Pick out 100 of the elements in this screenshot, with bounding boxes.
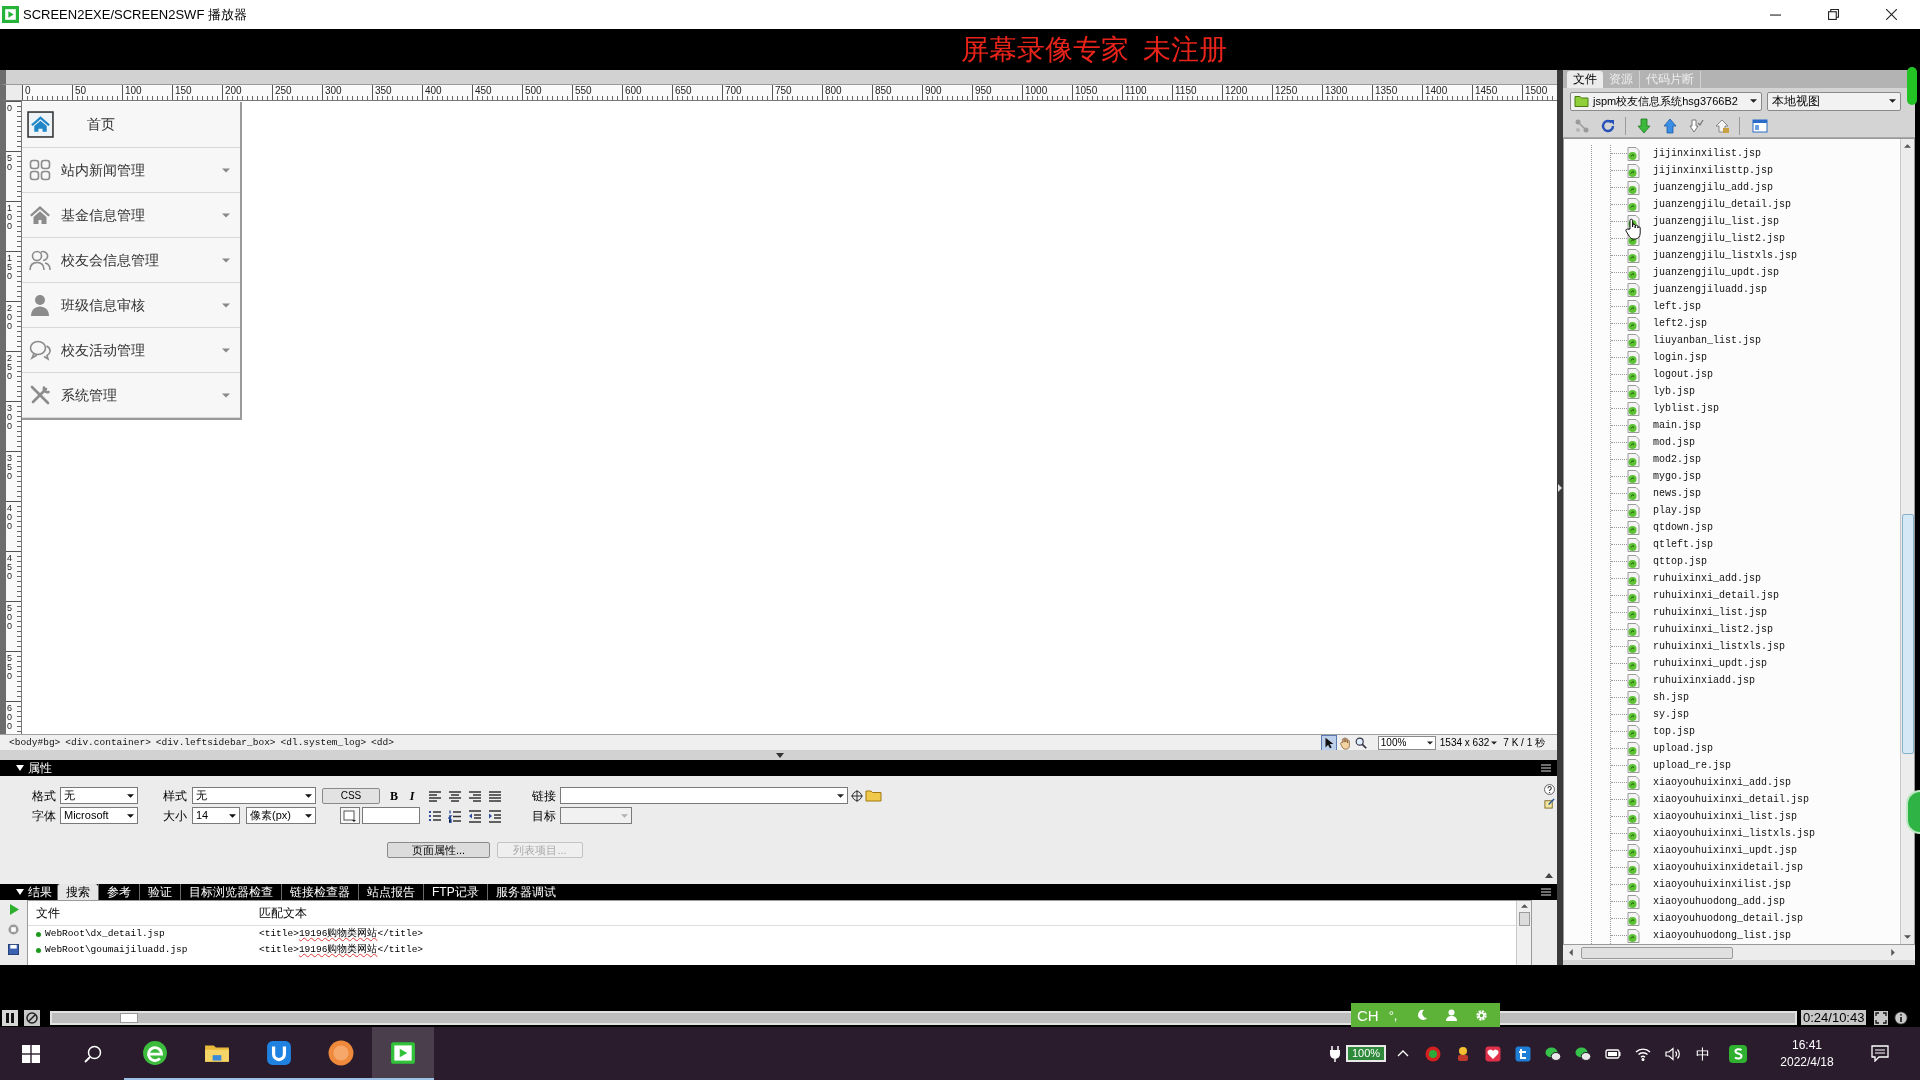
pointer-icon[interactable] — [1321, 735, 1336, 750]
file-name[interactable]: xiaoyouhuixinxi_listxls.jsp — [1653, 828, 1816, 839]
file-name[interactable]: xiaoyouhuixinxi_updt.jsp — [1653, 845, 1798, 856]
collapse-caret-icon[interactable] — [16, 765, 24, 771]
zoom-icon[interactable] — [1353, 735, 1368, 750]
site-dropdown[interactable]: jspm校友信息系统hsg3766B2 — [1570, 91, 1762, 111]
bold-button[interactable]: B — [388, 789, 400, 802]
expand-panel-icon[interactable] — [1752, 117, 1768, 134]
numbered-list-icon[interactable] — [448, 808, 462, 823]
heart-app-icon[interactable] — [1485, 1045, 1501, 1062]
menu-item[interactable]: 校友会信息管理 — [22, 238, 240, 283]
panel-tab[interactable]: 文件 — [1567, 71, 1603, 88]
file-name[interactable]: mygo.jsp — [1653, 471, 1701, 482]
file-name[interactable]: mod.jsp — [1653, 437, 1695, 448]
splitter-arrow-icon[interactable] — [776, 752, 784, 758]
expand-arrow-icon[interactable] — [1545, 873, 1553, 878]
settings-icon[interactable] — [1475, 1008, 1489, 1022]
file-name[interactable]: xiaoyouhuodong_add.jsp — [1653, 896, 1786, 907]
file-name[interactable]: xiaoyouhuixinxilist.jsp — [1653, 879, 1792, 890]
crosshair-icon[interactable] — [851, 789, 863, 802]
file-name[interactable]: news.jsp — [1653, 488, 1701, 499]
file-name[interactable]: xiaoyouhuodong_detail.jsp — [1653, 913, 1804, 924]
file-name[interactable]: juanzengjilu_listxls.jsp — [1653, 250, 1798, 261]
file-name[interactable]: ruhuixinxi_updt.jsp — [1653, 658, 1768, 669]
tag-link[interactable]: <dl.system_log> — [280, 737, 367, 748]
file-name[interactable]: jijinxinxilisttp.jsp — [1653, 165, 1774, 176]
menu-item[interactable]: 基金信息管理 — [22, 193, 240, 238]
scroll-left-icon[interactable] — [1569, 949, 1573, 956]
person-icon[interactable] — [1446, 1009, 1458, 1021]
menu-item[interactable]: 校友活动管理 — [22, 328, 240, 373]
file-name[interactable]: login.jsp — [1653, 352, 1707, 363]
color-picker-icon[interactable] — [340, 807, 360, 824]
square-app-icon[interactable] — [1515, 1045, 1531, 1062]
tag-link[interactable]: <body#bg> — [9, 737, 61, 748]
scroll-thumb[interactable] — [1901, 514, 1914, 754]
indent-icon[interactable] — [488, 808, 502, 823]
info-icon[interactable] — [1894, 1010, 1909, 1025]
file-name[interactable]: left.jsp — [1653, 301, 1701, 312]
scroll-thumb[interactable] — [1518, 912, 1530, 926]
app-tray-icon[interactable] — [1729, 1044, 1747, 1063]
file-name[interactable]: logout.jsp — [1653, 369, 1713, 380]
refresh-icon[interactable] — [1600, 117, 1616, 134]
file-name[interactable]: play.jsp — [1653, 505, 1701, 516]
tag-link[interactable]: <div.leftsidebar_box> — [155, 737, 276, 748]
stop-icon[interactable] — [8, 924, 19, 935]
align-center-icon[interactable] — [448, 788, 462, 803]
file-name[interactable]: left2.jsp — [1653, 318, 1707, 329]
scroll-right-icon[interactable] — [1891, 949, 1895, 956]
file-name[interactable]: sh.jsp — [1653, 692, 1689, 703]
file-name[interactable]: upload.jsp — [1653, 743, 1713, 754]
up-arrow-icon[interactable] — [1662, 117, 1678, 134]
panel-button[interactable]: 页面属性... — [387, 842, 490, 858]
fullscreen-icon[interactable] — [1874, 1010, 1889, 1025]
file-name[interactable]: upload_re.jsp — [1653, 760, 1731, 771]
file-name[interactable]: juanzengjilu_updt.jsp — [1653, 267, 1780, 278]
chat-app-icon[interactable] — [1545, 1045, 1561, 1062]
round-app-icon[interactable] — [1425, 1045, 1441, 1062]
file-name[interactable]: ruhuixinxi_detail.jsp — [1653, 590, 1780, 601]
file-name[interactable]: lyb.jsp — [1653, 386, 1695, 397]
menu-item[interactable]: 系统管理 — [22, 373, 240, 418]
file-name[interactable]: sy.jsp — [1653, 709, 1689, 720]
down-arrow-icon[interactable] — [1636, 117, 1652, 134]
file-name[interactable]: qttop.jsp — [1653, 556, 1707, 567]
browser-icon[interactable] — [142, 1039, 168, 1066]
menu-item[interactable]: 班级信息审核 — [22, 283, 240, 328]
align-left-icon[interactable] — [428, 788, 442, 803]
file-name[interactable]: main.jsp — [1653, 420, 1701, 431]
seek-thumb[interactable] — [119, 1012, 138, 1023]
file-name[interactable]: xiaoyouhuixinxi_add.jsp — [1653, 777, 1792, 788]
outdent-icon[interactable] — [468, 808, 482, 823]
chat-app-icon[interactable] — [1575, 1045, 1591, 1062]
color-field[interactable] — [362, 807, 420, 824]
notification-icon[interactable] — [1871, 1045, 1889, 1062]
volume-icon[interactable] — [1665, 1045, 1681, 1062]
tag-link[interactable]: <dd> — [371, 737, 394, 748]
player-app-icon[interactable] — [390, 1039, 416, 1066]
side-tab-icon[interactable] — [1907, 67, 1917, 105]
file-name[interactable]: xiaoyouhuixinxi_detail.jsp — [1653, 794, 1810, 805]
search-icon[interactable] — [84, 1044, 102, 1063]
restore-icon[interactable] — [1827, 9, 1839, 20]
file-name[interactable]: juanzengjilu_list2.jsp — [1653, 233, 1786, 244]
scrollbar[interactable] — [1563, 945, 1915, 960]
file-name[interactable]: juanzengjiluadd.jsp — [1653, 284, 1768, 295]
align-right-icon[interactable] — [468, 788, 482, 803]
format-select[interactable]: 无 — [60, 787, 138, 804]
windows-logo-icon[interactable] — [22, 1044, 40, 1063]
file-name[interactable]: top.jsp — [1653, 726, 1695, 737]
no-entry-icon[interactable] — [24, 1009, 40, 1026]
file-name[interactable]: liuyanban_list.jsp — [1653, 335, 1762, 346]
font-select[interactable]: Microsoft — [60, 807, 138, 824]
file-name[interactable]: qtleft.jsp — [1653, 539, 1713, 550]
scrollbar[interactable] — [1516, 901, 1531, 965]
scroll-up-icon[interactable] — [1904, 144, 1911, 148]
file-name[interactable]: juanzengjilu_add.jsp — [1653, 182, 1774, 193]
file-name[interactable]: juanzengjilu_detail.jsp — [1653, 199, 1792, 210]
help-icon[interactable] — [1543, 784, 1555, 795]
file-name[interactable]: jijinxinxilist.jsp — [1653, 148, 1762, 159]
scroll-up-icon[interactable] — [1520, 904, 1528, 908]
file-name[interactable]: ruhuixinxi_listxls.jsp — [1653, 641, 1786, 652]
size-select[interactable]: 14 — [192, 807, 240, 824]
